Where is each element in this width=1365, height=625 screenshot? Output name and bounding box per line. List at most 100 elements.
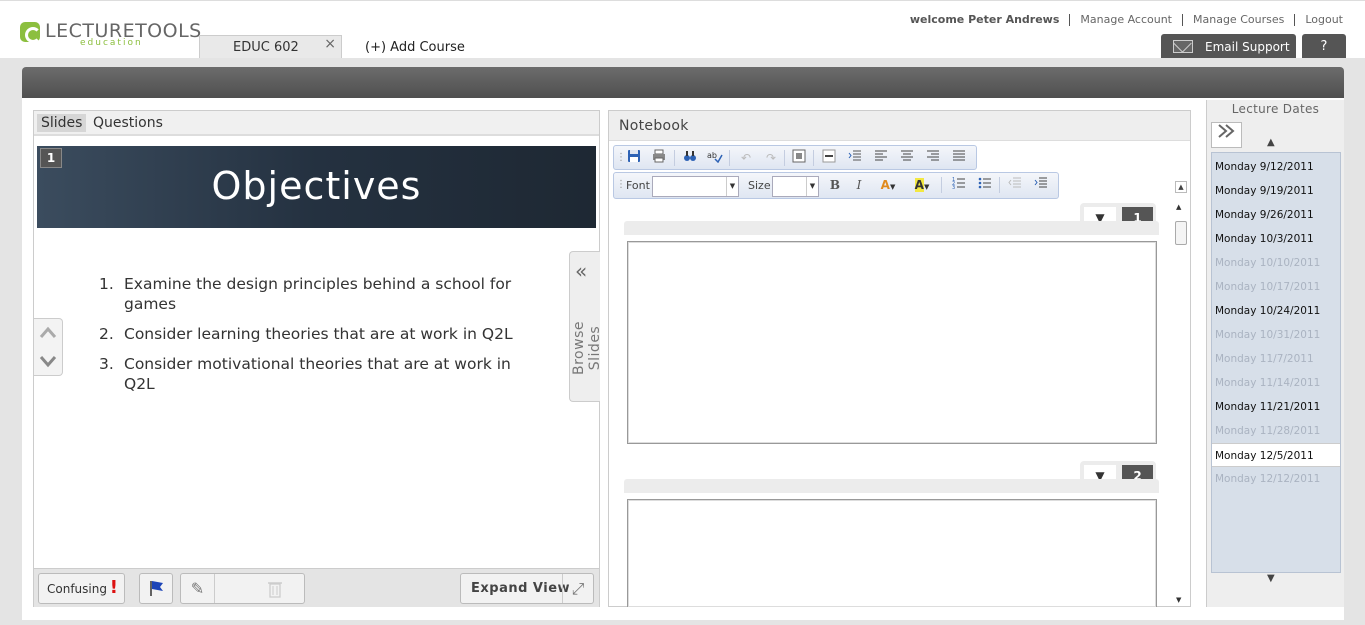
welcome-text: welcome Peter Andrews [909, 13, 1060, 26]
font-label: Font [626, 179, 650, 192]
chevron-down-icon: ▼ [726, 177, 738, 196]
expand-view-button[interactable]: Expand View ⤢ [460, 573, 594, 604]
scroll-up-icon[interactable]: ▲ [1176, 203, 1181, 211]
save-icon[interactable] [625, 149, 643, 167]
lecture-date-item[interactable]: Monday 10/17/2011 [1212, 275, 1340, 299]
justify-icon[interactable] [950, 149, 968, 167]
note-editor[interactable] [627, 241, 1157, 444]
find-icon[interactable] [681, 149, 699, 167]
redo-icon[interactable]: ↷ [762, 149, 780, 167]
divider [941, 177, 942, 193]
undo-icon[interactable]: ↶ [737, 149, 755, 167]
title-bar [22, 67, 1344, 98]
lecture-date-item[interactable]: Monday 12/5/2011 [1212, 443, 1340, 467]
list-item: 2. Consider learning theories that are a… [99, 324, 539, 344]
outdent-icon[interactable] [1006, 176, 1024, 194]
objectives-list: 1. Examine the design principles behind … [99, 274, 539, 404]
note-header-strip [624, 221, 1159, 235]
close-icon[interactable]: × [324, 36, 336, 52]
lecture-date-item[interactable]: Monday 11/14/2011 [1212, 371, 1340, 395]
add-course-link[interactable]: (+) Add Course [365, 40, 465, 55]
expand-icon: ⤢ [562, 574, 593, 603]
note-editor[interactable] [627, 499, 1157, 607]
course-tab-label: EDUC 602 [233, 40, 299, 55]
double-chevron-right-icon[interactable] [1211, 122, 1242, 148]
lecture-date-item[interactable]: Monday 10/24/2011 [1212, 299, 1340, 323]
lecture-date-item[interactable]: Monday 10/31/2011 [1212, 323, 1340, 347]
lecture-date-item[interactable]: Monday 11/7/2011 [1212, 347, 1340, 371]
previous-slide-icon[interactable] [38, 323, 58, 343]
annotation-button-group: ✎ [180, 573, 305, 604]
exclamation-icon: ! [109, 577, 118, 598]
lecture-date-item[interactable]: Monday 10/10/2011 [1212, 251, 1340, 275]
confusing-label: Confusing [47, 582, 107, 596]
italic-button[interactable]: I [850, 176, 868, 194]
pencil-icon[interactable]: ✎ [181, 574, 215, 603]
next-slide-icon[interactable] [38, 351, 58, 371]
list-number: 3. [99, 355, 114, 373]
bulleted-list-icon[interactable] [976, 176, 994, 194]
align-left-icon[interactable] [872, 149, 890, 167]
confusing-button[interactable]: Confusing ! [38, 573, 125, 604]
envelope-icon [1173, 40, 1193, 53]
horizontal-rule-icon[interactable] [820, 149, 838, 167]
lecture-date-item[interactable]: Monday 11/28/2011 [1212, 419, 1340, 443]
align-right-icon[interactable] [924, 149, 942, 167]
toolbar-gripper-icon: ⋮ [616, 152, 626, 163]
list-number: 2. [99, 325, 114, 343]
toolbar-gripper-icon: ⋮ [616, 179, 626, 190]
scroll-down-icon[interactable]: ▼ [1267, 573, 1275, 584]
help-button[interactable]: ? [1302, 34, 1346, 59]
highlight-color-button[interactable]: A▼ [910, 176, 934, 194]
lecture-date-item[interactable]: Monday 9/19/2011 [1212, 179, 1340, 203]
font-select[interactable]: ▼ [652, 176, 739, 197]
editor-toolbar-row-1: ⋮ ab ↶ ↷ [613, 145, 977, 170]
spellcheck-icon[interactable]: ab [706, 149, 724, 167]
logout-link[interactable]: Logout [1295, 13, 1343, 26]
collapse-toolbar-icon[interactable]: ▲ [1175, 181, 1187, 193]
slide-nav-arrows [34, 318, 63, 376]
text-color-button[interactable]: A▼ [876, 176, 900, 194]
notebook-panel: Notebook ⋮ ab ↶ ↷ ⋮ Font ▼ Size ▼ B I A▼… [608, 110, 1191, 607]
lecture-date-item[interactable]: Monday 11/21/2011 [1212, 395, 1340, 419]
lecture-date-item[interactable]: Monday 9/26/2011 [1212, 203, 1340, 227]
browse-slides-label: Browse Slides [571, 321, 603, 375]
flag-button[interactable] [139, 573, 173, 604]
divider [729, 150, 730, 166]
manage-courses-link[interactable]: Manage Courses [1183, 13, 1294, 26]
text-color-label: A [880, 178, 890, 192]
editor-toolbar-row-2: ⋮ Font ▼ Size ▼ B I A▼ A▼ 123 [613, 172, 1059, 199]
size-select[interactable]: ▼ [772, 176, 819, 197]
divider [813, 150, 814, 166]
fullscreen-icon[interactable] [790, 149, 808, 167]
email-support-button[interactable]: Email Support [1161, 34, 1296, 59]
slide-title: Objectives [211, 164, 422, 208]
list-text: Consider learning theories that are at w… [124, 325, 513, 343]
top-header: LECTURETOOLS education EDUC 602 × (+) Ad… [0, 0, 1365, 59]
tab-slides[interactable]: Slides [37, 114, 87, 132]
lecturetools-logo-icon [20, 22, 41, 43]
align-center-icon[interactable] [898, 149, 916, 167]
bold-button[interactable]: B [826, 176, 844, 194]
slides-toolbar: Confusing ! ✎ Expand View ⤢ [34, 568, 599, 607]
trash-icon[interactable] [267, 580, 283, 602]
scroll-down-icon[interactable]: ▼ [1176, 596, 1181, 604]
scroll-up-icon[interactable]: ▲ [1267, 137, 1275, 148]
list-text: Consider motivational theories that are … [124, 355, 511, 393]
lecture-date-item[interactable]: Monday 12/12/2011 [1212, 467, 1340, 491]
tab-questions[interactable]: Questions [89, 114, 167, 132]
divider [999, 177, 1000, 193]
tab-course-educ-602[interactable]: EDUC 602 × [199, 35, 342, 59]
browse-slides-tab[interactable]: « Browse Slides [569, 251, 603, 402]
lecture-date-item[interactable]: Monday 9/12/2011 [1212, 155, 1340, 179]
print-icon[interactable] [650, 149, 668, 167]
numbered-list-icon[interactable]: 123 [950, 176, 968, 194]
indent-icon[interactable] [846, 149, 864, 167]
scroll-thumb[interactable] [1175, 221, 1187, 245]
increase-indent-icon[interactable] [1032, 176, 1050, 194]
slide-title-banner: 1 Objectives [37, 146, 596, 228]
email-support-label: Email Support [1205, 39, 1290, 54]
manage-account-link[interactable]: Manage Account [1070, 13, 1182, 26]
lecture-date-item[interactable]: Monday 10/3/2011 [1212, 227, 1340, 251]
notebook-scrollbar[interactable]: ▲ ▼ [1173, 201, 1189, 606]
